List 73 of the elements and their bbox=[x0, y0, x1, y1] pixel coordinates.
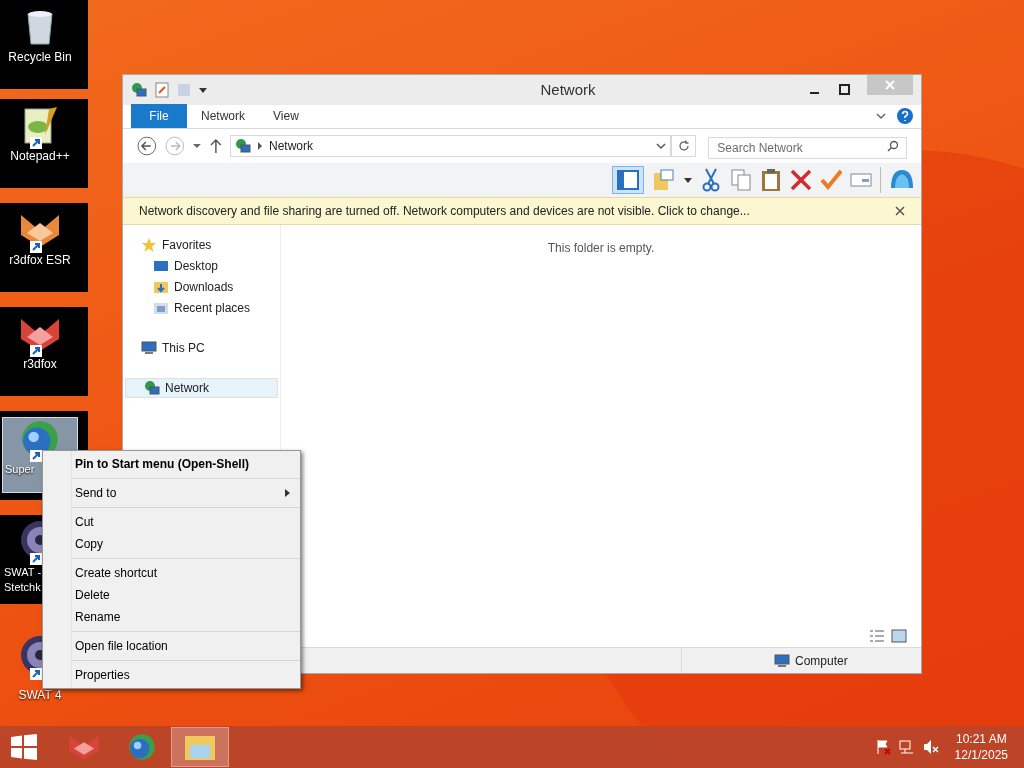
up-arrow-icon[interactable] bbox=[210, 138, 222, 154]
close-icon bbox=[885, 80, 895, 90]
windows-logo-icon[interactable] bbox=[11, 734, 37, 760]
info-bar[interactable]: Network discovery and file sharing are turned off. Network computers and devices are not visible. Click to change... bbox=[123, 197, 921, 225]
thumbnail-view-icon[interactable] bbox=[891, 629, 907, 643]
empty-folder-message: This folder is empty. bbox=[547, 240, 655, 257]
shortcut-arrow-icon bbox=[30, 241, 42, 253]
preview-pane-button[interactable] bbox=[612, 166, 644, 194]
menu-item[interactable]: Open file location bbox=[71, 631, 300, 657]
scissors-icon[interactable] bbox=[700, 168, 722, 192]
menu-item[interactable]: Copy bbox=[71, 533, 300, 555]
globe-icon bbox=[127, 732, 157, 762]
nav-item[interactable]: Recent places bbox=[123, 297, 280, 318]
refresh-button[interactable] bbox=[670, 135, 697, 157]
shortcut-arrow-icon bbox=[30, 450, 42, 462]
dropdown-icon[interactable] bbox=[199, 86, 207, 94]
search-icon bbox=[887, 140, 899, 152]
ribbon-tab[interactable]: File bbox=[131, 104, 187, 128]
status-text: Computer bbox=[795, 652, 848, 670]
muted-speaker-icon[interactable] bbox=[922, 739, 939, 755]
shortcut-arrow-icon bbox=[30, 137, 42, 149]
network-icon bbox=[234, 138, 251, 154]
shortcut-arrow-icon bbox=[30, 553, 42, 565]
ribbon-tab[interactable]: Network bbox=[187, 104, 259, 128]
clock-date[interactable]: 12/1/2025 bbox=[954, 747, 1008, 763]
submenu-arrow-icon bbox=[285, 489, 290, 497]
delete-icon[interactable] bbox=[790, 168, 812, 192]
nav-item[interactable]: Favorites bbox=[123, 235, 280, 255]
desktop-icon[interactable]: Notepad++ bbox=[2, 105, 78, 181]
network-icon[interactable] bbox=[898, 739, 915, 755]
refresh-icon bbox=[677, 140, 690, 152]
menu-item[interactable]: Delete bbox=[71, 584, 300, 606]
network-icon bbox=[144, 380, 160, 396]
menu-item[interactable]: Create shortcut bbox=[71, 558, 300, 584]
ribbon-tab[interactable]: View bbox=[259, 104, 313, 128]
clock-time[interactable]: 10:21 AM bbox=[955, 731, 1007, 747]
checkmark-icon[interactable] bbox=[820, 168, 842, 192]
shortcut-arrow-icon bbox=[30, 668, 42, 680]
menu-item[interactable]: Send to bbox=[71, 478, 300, 504]
info-bar-text: Network discovery and file sharing are turned off. Network computers and devices are not visible. Click to change... bbox=[139, 203, 751, 220]
address-path: Network bbox=[268, 138, 314, 155]
breadcrumb-arrow-icon bbox=[256, 142, 263, 150]
menu-item[interactable]: Cut bbox=[71, 507, 300, 533]
menu-item[interactable]: Properties bbox=[71, 660, 300, 686]
nav-item[interactable]: This PC bbox=[123, 338, 280, 358]
shortcut-arrow-icon bbox=[30, 345, 42, 357]
nav-item[interactable]: Downloads bbox=[123, 276, 280, 297]
maximize-icon[interactable] bbox=[839, 84, 851, 96]
dropdown-icon[interactable] bbox=[684, 176, 692, 184]
desktop-icon[interactable]: r3dfox bbox=[2, 313, 78, 389]
back-icon[interactable] bbox=[137, 136, 157, 156]
close-icon[interactable] bbox=[895, 206, 905, 216]
menu-item[interactable]: Rename bbox=[71, 606, 300, 628]
fox-icon bbox=[67, 733, 101, 761]
star-icon bbox=[141, 237, 157, 253]
address-bar[interactable]: Network bbox=[229, 135, 671, 157]
computer-icon bbox=[774, 652, 790, 669]
desktop-icon[interactable]: Recycle Bin bbox=[2, 6, 78, 82]
nav-item[interactable]: Desktop bbox=[123, 255, 280, 276]
computer-icon bbox=[141, 340, 157, 356]
network-icon bbox=[131, 82, 147, 98]
chevron-icon[interactable] bbox=[875, 110, 887, 122]
clipboard-icon[interactable] bbox=[760, 168, 782, 192]
help-icon[interactable] bbox=[897, 108, 913, 124]
dropdown-icon[interactable] bbox=[655, 141, 666, 151]
dropdown-icon[interactable] bbox=[192, 141, 203, 151]
flag-icon[interactable] bbox=[874, 739, 891, 755]
document-icon bbox=[155, 82, 169, 98]
desktop-icon[interactable]: r3dfox ESR bbox=[2, 209, 78, 285]
window-title: Network bbox=[539, 79, 597, 100]
nav-item[interactable]: Network bbox=[125, 378, 278, 398]
pane-icon bbox=[617, 170, 639, 190]
search-field[interactable]: Search Network bbox=[708, 137, 907, 159]
